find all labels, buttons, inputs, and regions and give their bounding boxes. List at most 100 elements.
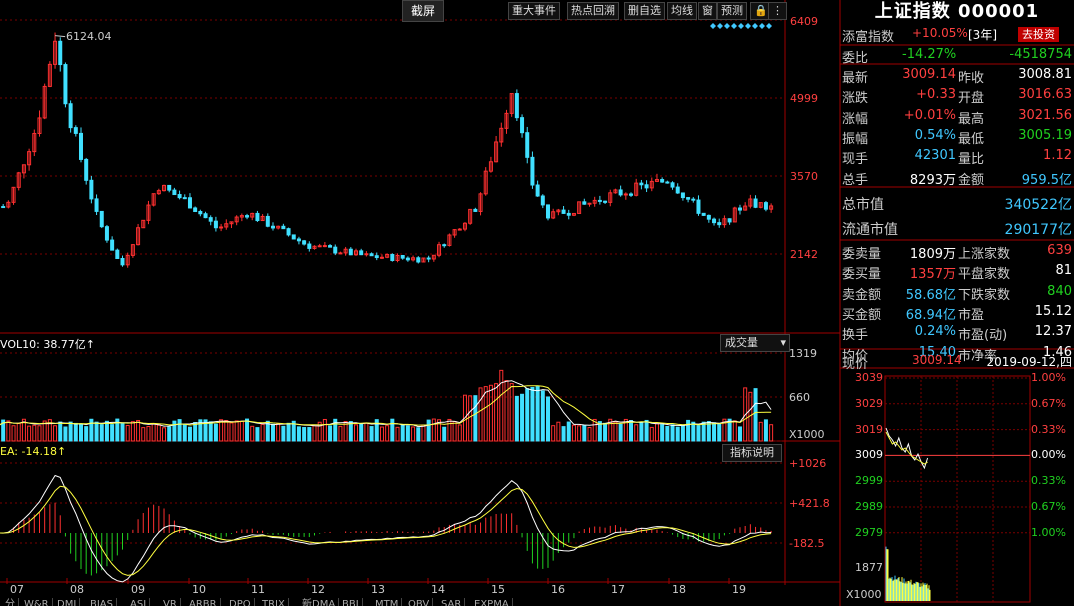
volume-bar xyxy=(514,395,519,442)
indicator-tab[interactable]: SAR xyxy=(438,598,466,606)
stat-value: 3016.63 xyxy=(1018,87,1072,103)
now-price: 3009.14 xyxy=(912,353,962,367)
candle-body xyxy=(99,210,104,228)
stat-value: 1357万 xyxy=(909,267,956,283)
now-date: 2019-09-12,四 xyxy=(986,355,1072,369)
stat-value: +0.01% xyxy=(903,107,956,123)
indicator-tab[interactable]: MTM xyxy=(372,598,403,606)
volume-bar xyxy=(613,421,618,442)
candle-body xyxy=(520,117,525,134)
volume-bar xyxy=(395,426,400,442)
toolbar-button-1[interactable]: 热点回溯 xyxy=(567,2,619,20)
stat-value: 959.5亿 xyxy=(1021,172,1072,188)
chevron-down-icon: ▾ xyxy=(780,336,786,349)
indicator-explain-button[interactable]: 指标说明 xyxy=(722,444,782,462)
candle-body xyxy=(307,243,312,249)
intraday-price-tick: 2989 xyxy=(855,500,883,513)
candle-body xyxy=(84,158,89,181)
candle-body xyxy=(691,198,696,201)
marker-diamond xyxy=(738,23,744,29)
volume-bar xyxy=(525,388,530,442)
toolbar-button-2[interactable]: 删自选 xyxy=(624,2,665,20)
volume-bar xyxy=(270,423,275,442)
candle-body xyxy=(104,226,109,241)
intraday-volume-unit: X1000 xyxy=(846,588,882,601)
stat-row: 最新 3009.14 昨收 3008.81 xyxy=(842,67,1074,86)
candle-body xyxy=(374,255,379,259)
tianfu-label: 添富指数 xyxy=(842,30,895,45)
volume-bar xyxy=(141,427,146,442)
stat-label: 昨收 xyxy=(958,71,985,86)
indicator-tab[interactable]: ARBR xyxy=(186,598,221,606)
year-tick: 11 xyxy=(251,583,265,596)
stat-label: 总手 xyxy=(842,172,869,188)
volume-bar xyxy=(447,418,452,442)
more-icon[interactable]: ⋮ xyxy=(768,2,787,20)
price-tick: 3570 xyxy=(790,170,818,183)
candle-body xyxy=(525,132,530,158)
volume-bar xyxy=(509,383,514,442)
indicator-tab[interactable]: TRIX xyxy=(259,598,289,606)
invest-button[interactable]: 去投资 xyxy=(1018,27,1059,42)
intraday-pct-tick: 0.67% xyxy=(1031,396,1066,410)
volume-bar xyxy=(53,425,58,442)
indicator-tab[interactable]: 分 xyxy=(2,598,19,606)
volume-bar xyxy=(753,388,758,442)
candle-body xyxy=(94,198,99,212)
volume-selector[interactable]: 成交量 ▾ xyxy=(720,334,790,352)
candle-body xyxy=(639,182,644,186)
toolbar-button-0[interactable]: 重大事件 xyxy=(508,2,560,20)
candle-body xyxy=(763,202,768,210)
toolbar-button-5[interactable]: 预测 xyxy=(717,2,747,20)
candle-body xyxy=(753,198,758,208)
indicator-tab[interactable]: ASI xyxy=(127,598,151,606)
candle-body xyxy=(390,254,395,261)
now-price-row: 现价 3009.14 2019-09-12,四 xyxy=(842,353,1074,372)
candle-body xyxy=(68,103,73,129)
volume-bar xyxy=(286,422,291,442)
screenshot-button[interactable]: 截屏 xyxy=(402,0,444,22)
indicator-tab[interactable]: W&R xyxy=(21,598,53,606)
candle-body xyxy=(623,193,628,196)
volume-bar xyxy=(296,426,301,442)
candle-body xyxy=(73,127,78,134)
candle-body xyxy=(219,226,224,229)
candle-body xyxy=(597,199,602,202)
volume-bar xyxy=(151,423,156,442)
stat-label: 最低 xyxy=(958,131,985,147)
year-tick: 08 xyxy=(70,583,84,596)
volume-bar xyxy=(758,421,763,442)
weibi-label: 委比 xyxy=(842,51,869,66)
volume-bar xyxy=(348,421,353,442)
toolbar-button-3[interactable]: 均线 xyxy=(667,2,697,20)
candle-body xyxy=(328,245,333,248)
year-tick: 19 xyxy=(732,583,746,596)
candle-body xyxy=(203,213,208,219)
indicator-tab[interactable]: EXPMA xyxy=(471,598,513,606)
candle-body xyxy=(364,253,369,256)
price-tick: 2142 xyxy=(790,248,818,261)
volume-bar xyxy=(660,424,665,442)
indicator-tab[interactable]: VR xyxy=(160,598,181,606)
indicator-tab[interactable]: OBV xyxy=(405,598,434,606)
stat-value: 840 xyxy=(1047,283,1072,299)
intraday-pct-tick: 0.33% xyxy=(1031,422,1066,436)
candle-body xyxy=(322,245,327,248)
volume-bar xyxy=(307,427,312,442)
price-tick: 6409 xyxy=(790,15,818,28)
volume-bar xyxy=(732,420,737,442)
candle-body xyxy=(473,208,478,212)
indicator-tab[interactable]: BIAS xyxy=(87,598,117,606)
stat-value: 1809万 xyxy=(909,247,956,262)
indicator-tab[interactable]: DPO xyxy=(226,598,255,606)
indicator-tab[interactable]: BBI xyxy=(339,598,363,606)
candle-body xyxy=(530,156,535,186)
toolbar-button-4[interactable]: 窗 xyxy=(698,2,717,20)
candle-body xyxy=(566,212,571,216)
candle-body xyxy=(270,225,275,229)
indicator-tab[interactable]: 新DMA xyxy=(299,598,340,606)
year-tick: 09 xyxy=(131,583,145,596)
peak-label: 6124.04 xyxy=(66,30,112,43)
market-cap-label: 总市值 xyxy=(842,197,884,213)
indicator-tab[interactable]: DMI xyxy=(54,598,81,606)
